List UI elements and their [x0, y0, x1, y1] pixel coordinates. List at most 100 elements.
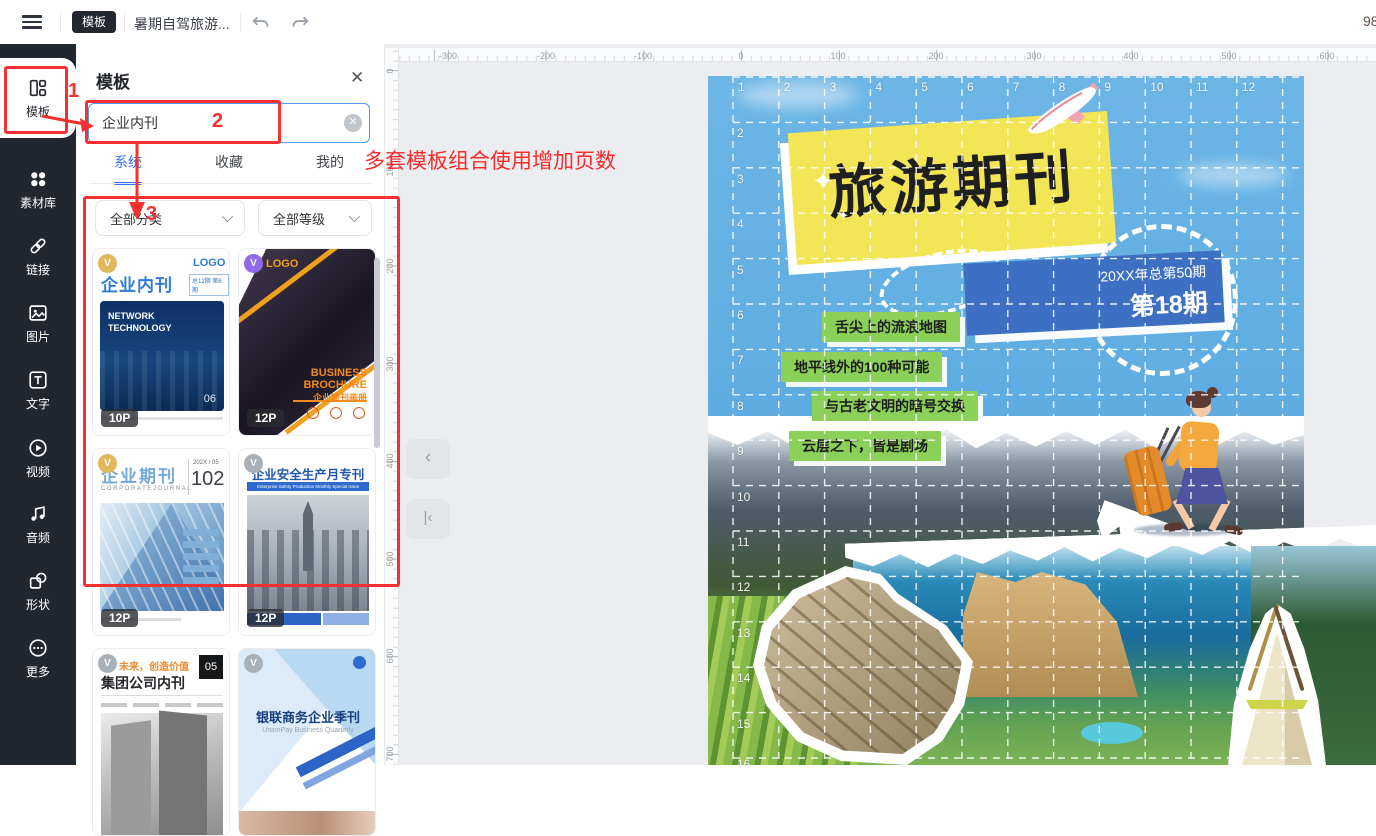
design-page[interactable]: 旅游期刊 ✦ ✦ ✦ ✦ 20XX年总第50期 第18期 舌尖上的流浪地图 地平…: [708, 76, 1304, 765]
template-card[interactable]: V 银联商务企业季刊 UnionPay Business Quarterly: [238, 648, 376, 836]
undo-icon[interactable]: [250, 11, 272, 33]
ruler-label: 400: [1123, 51, 1138, 61]
page-count-badge: 12P: [247, 609, 284, 627]
teepee-cone: [1238, 632, 1316, 765]
cloud-decor: [1178, 164, 1288, 186]
sidebar-item-image[interactable]: 图片: [0, 290, 76, 357]
page-count-badge: 12P: [101, 609, 138, 627]
sidebar-item-label: 文字: [26, 395, 50, 412]
sidebar-item-text[interactable]: 文字: [0, 357, 76, 424]
card-text-placeholder: [133, 703, 159, 707]
card-title: 集团公司内刊: [101, 673, 185, 693]
card-subtitle: UnionPay Business Quarterly: [247, 727, 369, 734]
topbar-divider: [124, 12, 125, 32]
ruler-label: 0: [738, 51, 743, 61]
sidebar-item-label: 图片: [26, 328, 50, 345]
annotation-note: 多套模板组合使用增加页数: [364, 145, 616, 175]
design-tag[interactable]: 云层之下，皆是剧场: [789, 431, 941, 461]
sidebar-item-label: 素材库: [20, 194, 56, 211]
pool-decor: [1081, 722, 1143, 744]
teepee-band: [1246, 700, 1308, 709]
sidebar-item-more[interactable]: 更多: [0, 625, 76, 692]
template-chip[interactable]: 模板: [72, 11, 116, 33]
ruler-label: 200: [928, 51, 943, 61]
torso: [1178, 421, 1219, 474]
tab-mine[interactable]: 我的: [298, 152, 362, 183]
sidebar-item-link[interactable]: 链接: [0, 223, 76, 290]
card-photo: [101, 713, 223, 836]
clear-circle-icon[interactable]: ✕: [344, 114, 362, 132]
traveler-illustration[interactable]: [1128, 386, 1246, 538]
sidebar-item-label: 音频: [26, 529, 50, 546]
card-title: 银联商务企业季刊: [247, 707, 369, 726]
vip-badge: V: [244, 654, 263, 673]
collapse-all-button[interactable]: |‹: [406, 499, 450, 539]
sparkle-icon: ✦: [838, 208, 849, 224]
ruler-label: -300: [439, 51, 457, 61]
ruler-label: 500: [1221, 51, 1236, 61]
card-footer-block: [323, 613, 369, 625]
sidebar-item-audio[interactable]: 音频: [0, 491, 76, 558]
design-tag[interactable]: 舌尖上的流浪地图: [822, 312, 960, 342]
shoe: [1223, 524, 1243, 536]
hair-bun: [1207, 387, 1218, 398]
design-tag[interactable]: 地平线外的100种可能: [781, 352, 942, 382]
card-text-placeholder: [197, 703, 223, 707]
card-divider: [101, 695, 223, 696]
redo-icon[interactable]: [289, 11, 311, 33]
panel-title: 模板: [96, 68, 130, 93]
ruler-label: 0: [385, 58, 395, 84]
sidebar-item-label: 形状: [26, 596, 50, 613]
card-text-placeholder: [101, 703, 127, 707]
ruler-label: 600: [1319, 51, 1334, 61]
zoom-indicator[interactable]: 98: [1363, 13, 1376, 29]
sidebar: 模板 素材库 链接 图片 文字 视频 音频 形状 更多: [0, 44, 76, 765]
link-icon: [27, 235, 49, 257]
annotation-number-1: 1: [68, 80, 79, 103]
sidebar-item-label: 更多: [26, 663, 50, 680]
annotation-box-results: [83, 196, 400, 587]
ruler-label: 700: [385, 741, 395, 765]
sidebar-item-assets[interactable]: 素材库: [0, 156, 76, 223]
card-accent-text: 未来，创造价值: [119, 658, 189, 673]
ruler-label: -100: [634, 51, 652, 61]
topbar-divider: [240, 12, 241, 32]
template-card[interactable]: V 未来，创造价值 05 集团公司内刊: [92, 648, 230, 836]
skirt: [1176, 468, 1228, 504]
sidebar-item-shape[interactable]: 形状: [0, 558, 76, 625]
horizontal-ruler: -300 -200 -100 0 100 200 300 400 500 600: [385, 48, 1376, 62]
sparkle-icon: ✦: [812, 166, 834, 197]
sidebar-item-label: 视频: [26, 463, 50, 480]
assets-icon: [27, 168, 49, 190]
close-icon[interactable]: ✕: [350, 68, 364, 88]
design-tag[interactable]: 与古老文明的暗号交换: [812, 391, 978, 421]
document-title[interactable]: 暑期自驾旅游...: [134, 14, 230, 34]
vip-badge: V: [98, 654, 117, 673]
sidebar-item-video[interactable]: 视频: [0, 425, 76, 492]
annotation-number-2: 2: [212, 110, 223, 133]
audio-icon: [27, 503, 49, 525]
topbar-divider: [60, 12, 61, 32]
sidebar-item-label: 链接: [26, 261, 50, 278]
ruler-label: 600: [385, 643, 395, 669]
more-icon: [27, 637, 49, 659]
suitcase: [1123, 445, 1174, 518]
card-text-placeholder: [165, 703, 191, 707]
shape-icon: [27, 570, 49, 592]
cloud-decor: [738, 82, 858, 108]
topbar: 模板 暑期自驾旅游... 98: [0, 0, 1376, 44]
ruler-label: 100: [830, 51, 845, 61]
collapse-panel-button[interactable]: ‹: [406, 439, 450, 479]
annotation-box-step2: [85, 100, 281, 144]
video-icon: [27, 437, 49, 459]
airplane-illustration[interactable]: [1017, 78, 1107, 146]
tab-favorites[interactable]: 收藏: [197, 152, 261, 183]
cliff-decor: [963, 572, 1138, 697]
issue-banner[interactable]: 20XX年总第50期 第18期: [963, 250, 1224, 335]
text-icon: [27, 369, 49, 391]
ruler-label: -200: [537, 51, 555, 61]
card-photo: [239, 811, 375, 835]
ruler-label: 300: [1026, 51, 1041, 61]
hamburger-menu-icon[interactable]: [22, 15, 42, 29]
card-emblem-icon: [353, 656, 366, 669]
